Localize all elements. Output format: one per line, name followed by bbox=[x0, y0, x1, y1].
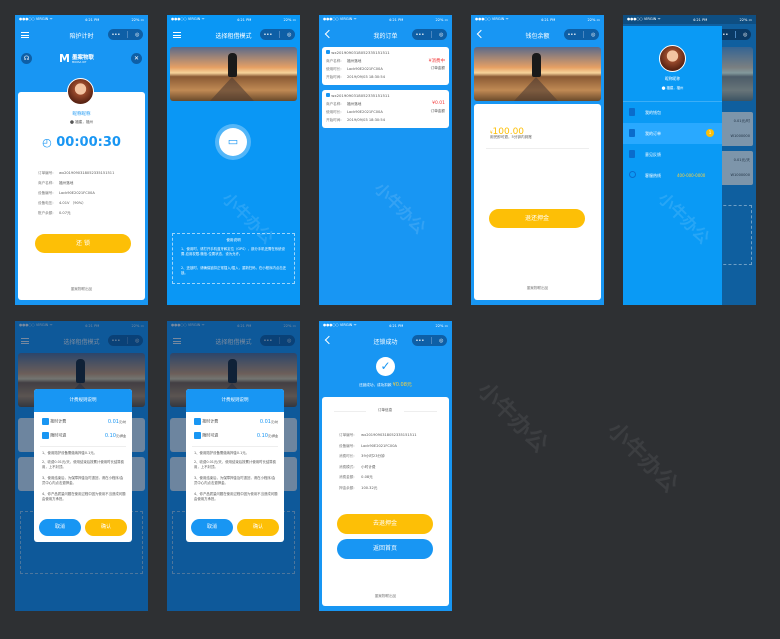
info-row: 账户余额: 0.07元 bbox=[38, 211, 71, 215]
confirm-button[interactable]: 确认 bbox=[237, 519, 279, 536]
side-drawer: 昵称昵称 ⬤ 福建，福州 我的钱包 我的订单 1 意见反馈 客服热线 400-000… bbox=[623, 26, 722, 305]
status-bar: ●●●○○ VIRGIN ᯤ4:21 PM22% ▭ bbox=[171, 17, 296, 22]
refund-deposit-button[interactable]: 退还押金 bbox=[489, 209, 585, 228]
order-icon bbox=[326, 93, 330, 97]
option-refundable[interactable]: 随时可退 0.10元/押金 bbox=[194, 432, 278, 441]
info-row: 设备电压: 4.01V （90%） bbox=[38, 201, 86, 205]
drawer-item-wallet[interactable]: 我的钱包 bbox=[623, 102, 722, 123]
nav-bar: 我的订单 ••• ◎ bbox=[319, 24, 452, 47]
timer: ◴ 00:00:30 bbox=[42, 135, 121, 150]
drawer-item-hotline[interactable]: 客服热线 400-000-0000 bbox=[623, 165, 722, 186]
status-bar: ●●●○○ VIRGIN ᯤ4:21 PM22% ▭ bbox=[323, 323, 448, 328]
drawer-item-orders[interactable]: 我的订单 1 bbox=[623, 123, 722, 144]
screen-escort-timer: ●●●○○ VIRGIN ᯤ 4:21 PM 22% ▭ 陪护计时 ••• ◎ ☊ ✕ … bbox=[15, 15, 148, 305]
logo: M 墨案物联 MOOSA IOT bbox=[59, 52, 94, 65]
status-bar: ●●●○○ VIRGIN ᯤ4:21 PM22% ▭ bbox=[475, 17, 600, 22]
nav-bar: 选择租借模式•••◎ bbox=[167, 24, 300, 47]
timer-card: 昵称昵称 ⬤ 福建，福州 ◴ 00:00:30 订单编号: wx201909031… bbox=[18, 78, 145, 300]
order-icon bbox=[326, 50, 330, 54]
drawer-item-feedback[interactable]: 意见反馈 bbox=[623, 144, 722, 165]
wallet-icon bbox=[629, 108, 635, 116]
clipboard-icon bbox=[629, 129, 635, 137]
billing-rules-modal: 计费规则说明 按时计费 0.01元/时 随时可退 0.10元/押金 1、使用陪护设备… bbox=[186, 389, 284, 542]
order-card[interactable]: wx2019090318052335151511 商户名称: 福州落地 使用时长:… bbox=[322, 90, 449, 128]
refund-icon bbox=[194, 432, 201, 439]
instructions-box: 使用说明 1、使用时，请打开手机蓝牙和定位（GPS），部分手机还需在系统设置-应… bbox=[172, 233, 295, 284]
headset-icon bbox=[629, 171, 636, 178]
capsule-menu[interactable]: •••◎ bbox=[564, 29, 599, 40]
watermark: 小牛办公 bbox=[370, 178, 430, 238]
screen-my-orders: ●●●○○ VIRGIN ᯤ 4:21 PM 22% ▭ 我的订单 ••• ◎ wx20… bbox=[319, 15, 452, 305]
edit-icon bbox=[629, 150, 635, 158]
screen-billing-rules-confirm: ●●●○○ VIRGIN ᯤ4:21 PM22% ▭ 选择租借模式•••◎ 计费… bbox=[167, 321, 300, 611]
avatar bbox=[67, 78, 94, 105]
modal-title: 计费规则说明 bbox=[34, 389, 132, 412]
refund-deposit-button[interactable]: 去退押金 bbox=[337, 514, 433, 534]
order-card[interactable]: wx2019090318052335151511 商户名称: 福州落地 使用时长:… bbox=[322, 47, 449, 85]
order-amount: ¥消费中 bbox=[428, 59, 445, 64]
status-bar: ●●●○○ VIRGIN ᯤ4:21 PM22% ▭ bbox=[19, 17, 144, 22]
scan-lock-button[interactable]: ▭ bbox=[219, 128, 247, 156]
status-bar: ●●●○○ VIRGIN ᯤ4:21 PM22% ▭ bbox=[323, 17, 448, 22]
screen-drawer: ●●●○○ VIRGIN ᯤ 4:21 PM 22% ▭ ••• ◎ 0.01元/时 W… bbox=[623, 15, 756, 305]
confirm-button[interactable]: 确认 bbox=[85, 519, 127, 536]
screen-billing-rules: ●●●○○ VIRGIN ᯤ4:21 PM22% ▭ 选择租借模式•••◎ 计费… bbox=[15, 321, 148, 611]
close-button[interactable]: ◎ bbox=[135, 32, 139, 38]
capsule-menu[interactable]: •••◎ bbox=[412, 29, 447, 40]
order-info-card: 订单信息 订单编号: wx2019090318052335151511 设备编号… bbox=[322, 397, 449, 606]
option-hourly[interactable]: 按时计费 0.01元/时 bbox=[194, 418, 278, 427]
watermark: 小牛办公 bbox=[602, 417, 683, 498]
screen-select-mode: ●●●○○ VIRGIN ᯤ 4:21 PM 22% ▭ 选择租借模式 ••• ◎ ▭ … bbox=[167, 15, 300, 305]
banner-image bbox=[474, 47, 601, 101]
watermark: 小牛办公 bbox=[472, 377, 553, 458]
footer: 墨案物联出品 bbox=[70, 287, 93, 291]
more-button[interactable]: ••• bbox=[111, 32, 120, 38]
clock-icon bbox=[42, 418, 49, 425]
avatar bbox=[659, 45, 686, 72]
cancel-button[interactable]: 取消 bbox=[39, 519, 81, 536]
user-name: 昵称昵称 bbox=[72, 112, 91, 117]
return-lock-button[interactable]: 还 锁 bbox=[35, 234, 131, 253]
badge: 1 bbox=[706, 129, 714, 137]
info-row: 商户名称: 福州落地 bbox=[38, 181, 74, 185]
success-message: 还锁成功，成功扣款 ¥0.08元 bbox=[359, 382, 412, 388]
screen-return-success: ●●●○○ VIRGIN ᯤ 4:21 PM 22% ▭ 还锁成功 ••• ◎ ✓ 还锁… bbox=[319, 321, 452, 611]
banner-image bbox=[170, 47, 297, 101]
cancel-button[interactable]: 取消 bbox=[191, 519, 233, 536]
nav-bar: 钱包余额 ••• ◎ bbox=[471, 24, 604, 47]
clock-icon bbox=[194, 418, 201, 425]
check-icon: ✓ bbox=[376, 357, 395, 376]
headset-icon[interactable]: ☊ bbox=[21, 53, 32, 64]
info-row: 订单编号: wx2019090318052335151511 bbox=[38, 171, 115, 175]
info-row: 设备编号: Lock90E2021FC00A bbox=[38, 191, 95, 195]
billing-rules-modal: 计费规则说明 按时计费 0.01元/时 随时可退 0.10元/押金 1、使用陪护设备… bbox=[34, 389, 132, 542]
capsule-menu[interactable]: •••◎ bbox=[260, 29, 295, 40]
refund-icon bbox=[42, 432, 49, 439]
option-refundable[interactable]: 随时可退 0.10元/押金 bbox=[42, 432, 126, 441]
clock-icon: ◴ bbox=[42, 136, 52, 149]
back-home-button[interactable]: 返回首页 bbox=[337, 539, 433, 559]
capsule-menu[interactable]: ••• ◎ bbox=[108, 29, 143, 40]
tools-icon[interactable]: ✕ bbox=[131, 53, 142, 64]
screen-wallet: ●●●○○ VIRGIN ᯤ 4:21 PM 22% ▭ 钱包余额 ••• ◎ ¥100… bbox=[471, 15, 604, 305]
location: ⬤ 福建，福州 bbox=[69, 120, 94, 124]
nav-bar: 陪护计时 ••• ◎ bbox=[15, 24, 148, 47]
order-amount: ¥0.01 bbox=[432, 101, 445, 106]
capsule-menu[interactable]: •••◎ bbox=[412, 335, 447, 346]
status-bar: ●●●○○ VIRGIN ᯤ4:21 PM22% ▭ bbox=[623, 15, 756, 24]
nav-bar: 还锁成功 ••• ◎ bbox=[319, 330, 452, 353]
balance-card: ¥100.00 用完即可退，5分钟内到账 退还押金 墨案物联出品 bbox=[474, 104, 601, 300]
modal-title: 计费规则说明 bbox=[186, 389, 284, 412]
option-hourly[interactable]: 按时计费 0.01元/时 bbox=[42, 418, 126, 427]
